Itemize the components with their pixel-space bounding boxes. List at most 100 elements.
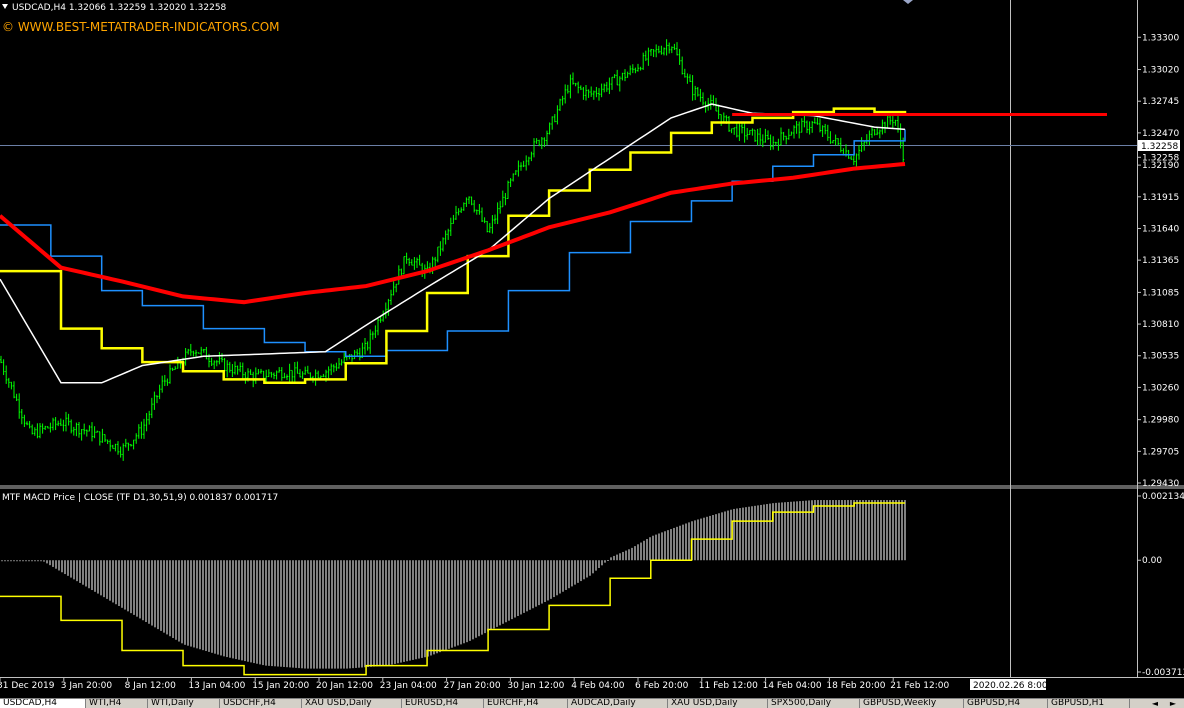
macd-bar: [13, 560, 15, 562]
macd-bar: [214, 560, 216, 654]
macd-bar: [742, 507, 744, 561]
macd-bar: [208, 560, 210, 652]
macd-bar: [709, 515, 711, 561]
macd-bar: [787, 501, 789, 561]
macd-bar: [526, 560, 528, 612]
macd-bar: [784, 502, 786, 561]
macd-bar: [10, 560, 12, 562]
macd-histogram: [1, 500, 906, 669]
macd-bar: [436, 560, 438, 654]
main-price-panel[interactable]: [0, 39, 1107, 461]
macd-bar: [451, 560, 453, 648]
macd-bar: [274, 560, 276, 667]
macd-bar: [550, 560, 552, 599]
macd-bar: [391, 560, 393, 665]
macd-bar: [76, 560, 78, 582]
macd-bar: [286, 560, 288, 668]
macd-bar: [376, 560, 378, 667]
macd-bar: [898, 500, 900, 561]
price-tick-label: 1.31085: [1142, 288, 1179, 298]
macd-bar: [298, 560, 300, 669]
macd-bar: [565, 560, 567, 590]
macd-bar: [829, 500, 831, 561]
macd-bar: [466, 560, 468, 643]
macd-bar: [244, 560, 246, 662]
macd-bar: [4, 560, 6, 562]
price-tick-label: 1.30535: [1142, 352, 1179, 362]
macd-bar: [37, 560, 39, 562]
macd-bar: [568, 560, 570, 589]
macd-bar: [904, 500, 906, 561]
time-tick-label: 8 Jan 12:00: [125, 681, 177, 691]
macd-bar: [265, 560, 267, 666]
macd-bar: [628, 549, 630, 561]
macd-bar: [532, 560, 534, 609]
macd-bar: [169, 560, 171, 637]
macd-bar: [184, 560, 186, 645]
macd-bar: [604, 560, 606, 563]
ma-red-line: [0, 161, 906, 305]
macd-bar: [325, 560, 327, 669]
macd-tick-label: 0.00: [1142, 556, 1162, 566]
time-tick-label: 13 Jan 04:00: [188, 681, 245, 691]
macd-bar: [850, 500, 852, 561]
macd-bar: [412, 560, 414, 660]
macd-bar: [106, 560, 108, 599]
macd-bar: [529, 560, 531, 610]
macd-bar: [82, 560, 84, 585]
macd-bar: [796, 501, 798, 561]
macd-bar: [232, 560, 234, 659]
macd-bar: [676, 526, 678, 561]
macd-bar: [283, 560, 285, 667]
macd-bar: [670, 529, 672, 561]
macd-bar: [331, 560, 333, 669]
macd-bar: [739, 508, 741, 561]
macd-bar: [754, 505, 756, 561]
macd-bar: [514, 560, 516, 618]
macd-bar: [181, 560, 183, 644]
macd-bar: [424, 560, 426, 658]
macd-bar: [175, 560, 177, 640]
macd-bar: [520, 560, 522, 615]
scroll-marker-icon: [903, 0, 913, 4]
macd-bar: [121, 560, 123, 608]
macd-bar: [631, 547, 633, 561]
macd-bar: [763, 504, 765, 561]
macd-bar: [418, 560, 420, 659]
macd-bar: [322, 560, 324, 669]
macd-bar: [91, 560, 93, 591]
macd-bar: [652, 535, 654, 561]
macd-bar: [256, 560, 258, 664]
macd-bar: [220, 560, 222, 656]
macd-bar: [640, 542, 642, 561]
price-tick-label: 1.31365: [1142, 256, 1179, 266]
macd-bar: [79, 560, 81, 583]
macd-bar: [34, 560, 36, 562]
macd-bar: [610, 557, 612, 561]
macd-bar: [769, 503, 771, 561]
macd-bar: [448, 560, 450, 649]
macd-bar: [427, 560, 429, 657]
macd-tick-label: 0.002134: [1142, 492, 1184, 502]
forex-chart[interactable]: USDCAD,H4 1.32066 1.32259 1.32020 1.3225…: [0, 0, 1184, 707]
macd-bar: [124, 560, 126, 610]
macd-bar: [445, 560, 447, 650]
macd-bar: [574, 560, 576, 585]
macd-bar: [856, 500, 858, 561]
macd-bar: [142, 560, 144, 621]
macd-bar: [847, 500, 849, 561]
macd-bar: [667, 530, 669, 561]
macd-bar: [100, 560, 102, 596]
chart-header: USDCAD,H4 1.32066 1.32259 1.32020 1.3225…: [2, 0, 913, 34]
candles-series: [0, 39, 905, 461]
macd-bar: [400, 560, 402, 663]
macd-bar: [49, 560, 51, 566]
macd-bar: [748, 506, 750, 561]
macd-bar: [163, 560, 165, 633]
macd-bar: [346, 560, 348, 669]
macd-bar: [40, 560, 42, 562]
macd-bar: [88, 560, 90, 589]
macd-bar: [388, 560, 390, 666]
macd-bar: [487, 560, 489, 632]
macd-panel[interactable]: [0, 500, 906, 676]
